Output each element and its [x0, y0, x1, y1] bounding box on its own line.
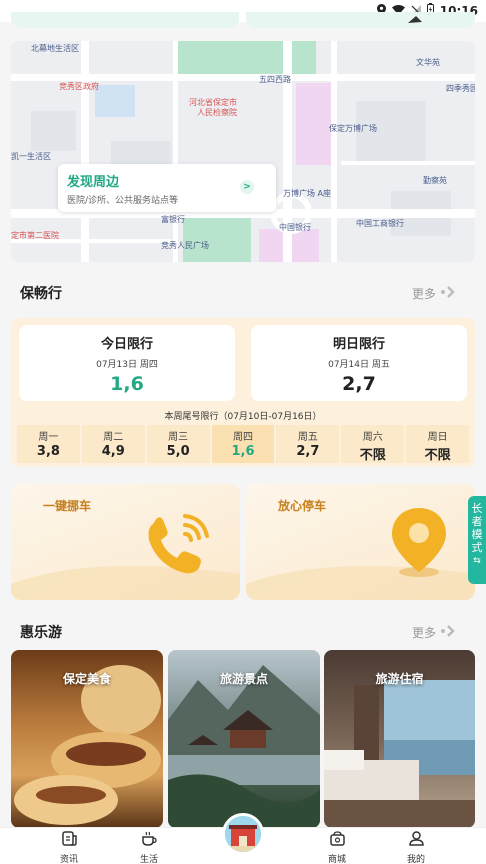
nav-item-mall[interactable]: 商城: [307, 830, 367, 864]
week-day-label: 周一: [38, 432, 59, 443]
map-label: 竞秀区政府: [59, 82, 99, 91]
nav-label: 我的: [406, 855, 425, 864]
map-label: 文华苑: [416, 58, 440, 67]
top-card-right[interactable]: [246, 12, 475, 28]
map-label: 竞秀人民广场: [161, 241, 209, 250]
travel-card-label: 旅游住宿: [375, 672, 424, 686]
discover-subtitle: 医院/诊所、公共服务站点等: [67, 196, 179, 206]
location-pin-icon: [388, 506, 450, 582]
travel-card-label: 旅游景点: [219, 672, 268, 686]
map-label: 五四西路: [259, 75, 291, 84]
week-day-cell: 周三 5,0: [146, 425, 210, 463]
map-label: 保定万博广场: [329, 124, 377, 133]
week-day-label: 周五: [297, 432, 318, 443]
week-day-label: 周日: [427, 432, 448, 443]
section-title-huilvyou: 惠乐游: [20, 625, 62, 641]
week-day-label: 周二: [103, 432, 124, 443]
today-limit-date: 07月13日 周四: [96, 360, 158, 370]
map-label: 万博广场 A座: [283, 189, 332, 198]
tomorrow-limit-date: 07月14日 周五: [328, 360, 390, 370]
week-day-label: 周六: [362, 432, 383, 443]
map-label: 北幕地生活区: [31, 44, 79, 53]
nav-center-home-button[interactable]: [222, 813, 264, 855]
travel-card-food[interactable]: 保定美食: [11, 650, 163, 828]
nav-label: 商城: [327, 855, 346, 864]
top-card-left[interactable]: [11, 12, 239, 28]
more-link[interactable]: 更多: [412, 285, 456, 302]
tomorrow-limit-numbers: 2,7: [342, 373, 376, 395]
week-day-cell: 周五 2,7: [276, 425, 340, 463]
week-day-label: 周三: [168, 432, 189, 443]
week-day-cell: 周一 3,8: [17, 425, 80, 463]
elder-mode-tab[interactable]: 长者模式 ⇆: [468, 496, 486, 584]
week-day-value: 5,0: [166, 444, 190, 459]
nav-item-news[interactable]: 资讯: [39, 830, 99, 864]
city-gate-icon: [225, 816, 261, 852]
map-label: 勤察苑: [423, 176, 447, 185]
week-limit-row: 周一 3,8 周二 4,9 周三 5,0 周四 1,6 周五 2,7 周六不限 周日不限: [17, 425, 470, 463]
news-icon: [61, 831, 78, 851]
parking-label: 放心停车: [278, 499, 327, 513]
map-view[interactable]: 北幕地生活区 竞秀区政府 河北省保定市 人民检察院 五四西路 保定万博广场 文华…: [11, 41, 475, 262]
more-link[interactable]: 更多: [412, 624, 456, 641]
week-day-value: 不限: [359, 448, 386, 463]
map-label: 富银行: [161, 215, 185, 224]
today-limit-numbers: 1,6: [110, 373, 144, 395]
week-day-value: 4,9: [101, 444, 125, 459]
more-label: 更多: [411, 287, 436, 301]
week-day-cell: 周六 不限: [341, 425, 405, 463]
discover-title: 发现周边: [67, 175, 120, 190]
nav-label: 资讯: [59, 855, 78, 864]
week-day-value: 不限: [424, 448, 451, 463]
travel-card-label: 保定美食: [62, 672, 111, 686]
move-car-label: 一键挪车: [43, 499, 92, 513]
section-title-baochangxing: 保畅行: [20, 286, 62, 302]
traffic-limit-panel: 今日限行 07月13日 周四 1,6 明日限行 07月14日 周五 2,7 本周…: [11, 318, 475, 467]
arrow-right-icon[interactable]: >: [240, 180, 254, 194]
coffee-cup-icon: [141, 831, 158, 851]
week-day-cell: 周日 不限: [406, 425, 470, 463]
discover-nearby-card[interactable]: 发现周边 医院/诊所、公共服务站点等 >: [58, 164, 276, 212]
week-caption: 本周尾号限行（07月10日-07月16日）: [164, 412, 322, 422]
week-day-value: 2,7: [296, 444, 320, 459]
map-label: 凯一生活区: [11, 152, 51, 161]
map-label: 人民检察院: [197, 108, 237, 117]
today-limit-title: 今日限行: [100, 337, 153, 352]
week-day-value: 1,6: [231, 444, 255, 459]
week-day-cell: 周二 4,9: [81, 425, 145, 463]
travel-card-hotel[interactable]: 旅游住宿: [324, 650, 475, 828]
map-label: 中国工商银行: [356, 219, 404, 228]
elder-mode-label: 长者模式: [471, 502, 483, 554]
tomorrow-limit-title: 明日限行: [332, 337, 385, 352]
tomorrow-limit-card[interactable]: 明日限行 07月14日 周五 2,7: [251, 325, 467, 401]
parking-card[interactable]: 放心停车: [246, 484, 475, 600]
week-day-label: 周四: [233, 432, 253, 443]
chevron-right-icon: [440, 625, 456, 640]
phone-icon: [143, 512, 215, 582]
today-limit-card[interactable]: 今日限行 07月13日 周四 1,6: [19, 325, 235, 401]
chevron-right-icon: [440, 286, 456, 301]
more-label: 更多: [411, 626, 436, 640]
nav-item-life[interactable]: 生活: [119, 830, 179, 864]
week-day-cell-today: 周四 1,6: [211, 425, 275, 463]
user-icon: [408, 831, 425, 851]
nav-item-mine[interactable]: 我的: [386, 830, 446, 864]
map-label: 定市第二医院: [11, 231, 59, 240]
map-label: 中国银行: [279, 223, 311, 232]
map-label: 四季秀园: [446, 84, 475, 93]
week-day-value: 3,8: [36, 444, 60, 459]
nav-label: 生活: [139, 855, 158, 864]
travel-card-attractions[interactable]: 旅游景点: [168, 650, 320, 828]
shop-icon: [329, 831, 346, 851]
move-car-card[interactable]: 一键挪车: [11, 484, 240, 600]
swap-icon: ⇆: [473, 556, 481, 566]
